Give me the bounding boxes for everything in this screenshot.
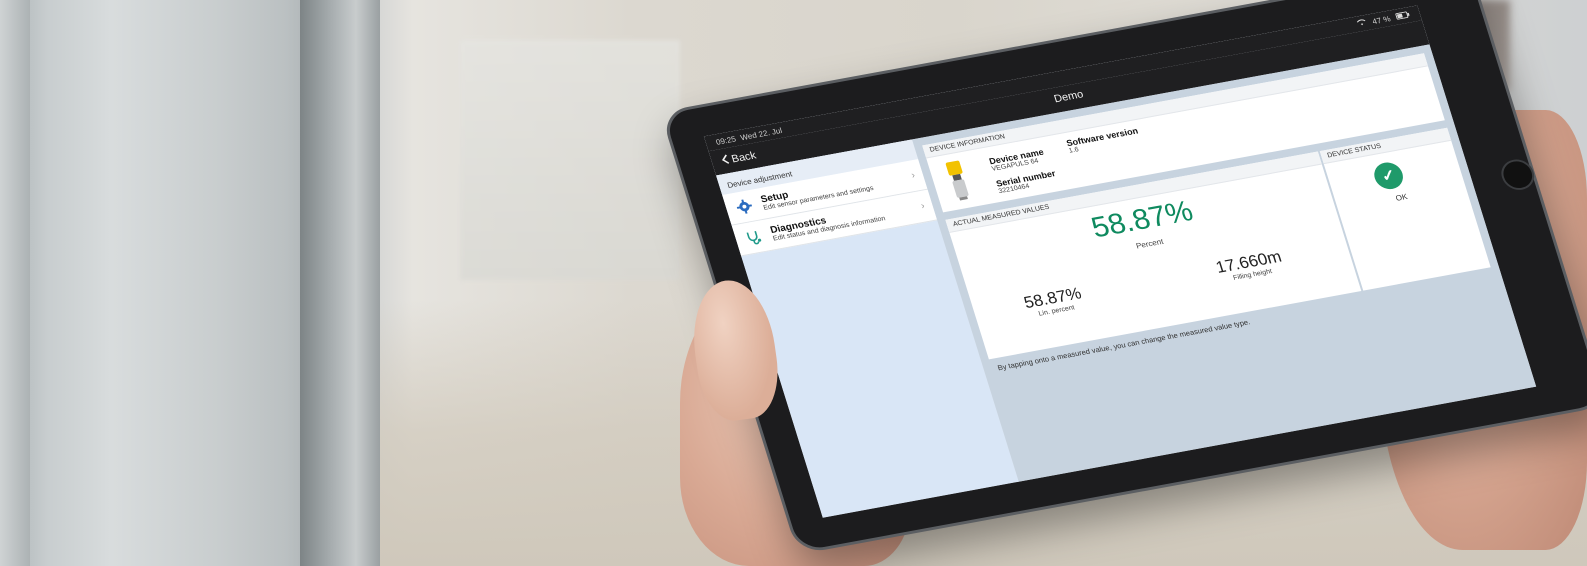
secondary-value-lin-percent[interactable]: 58.87% Lin. percent	[991, 278, 1116, 325]
wifi-icon	[1355, 18, 1368, 29]
gear-icon	[732, 196, 757, 218]
serial-number-block: Serial number 32210464	[995, 168, 1059, 195]
tablet: 09:25 Wed 22. Jul 47 % Back Demo Device …	[660, 0, 1587, 555]
secondary-value-filling-height[interactable]: 17.660m Filling height	[1187, 242, 1312, 289]
status-time: 09:25	[714, 134, 737, 147]
stethoscope-icon	[741, 226, 766, 248]
background-door	[30, 0, 300, 566]
battery-icon	[1395, 10, 1411, 21]
battery-percent: 47 %	[1371, 14, 1392, 26]
check-icon: ✓	[1370, 160, 1407, 192]
photo-scene: 09:25 Wed 22. Jul 47 % Back Demo Device …	[0, 0, 1587, 566]
tablet-wrapper: 09:25 Wed 22. Jul 47 % Back Demo Device …	[620, 0, 1587, 555]
device-name-block: Device name VEGAPULS 64	[988, 147, 1047, 173]
chevron-right-icon: ›	[919, 200, 927, 212]
device-status-label: OK	[1394, 192, 1409, 203]
background-door-frame	[300, 0, 380, 566]
tablet-screen: 09:25 Wed 22. Jul 47 % Back Demo Device …	[703, 5, 1537, 518]
sensor-device-image	[942, 158, 974, 203]
chevron-right-icon: ›	[910, 170, 917, 182]
